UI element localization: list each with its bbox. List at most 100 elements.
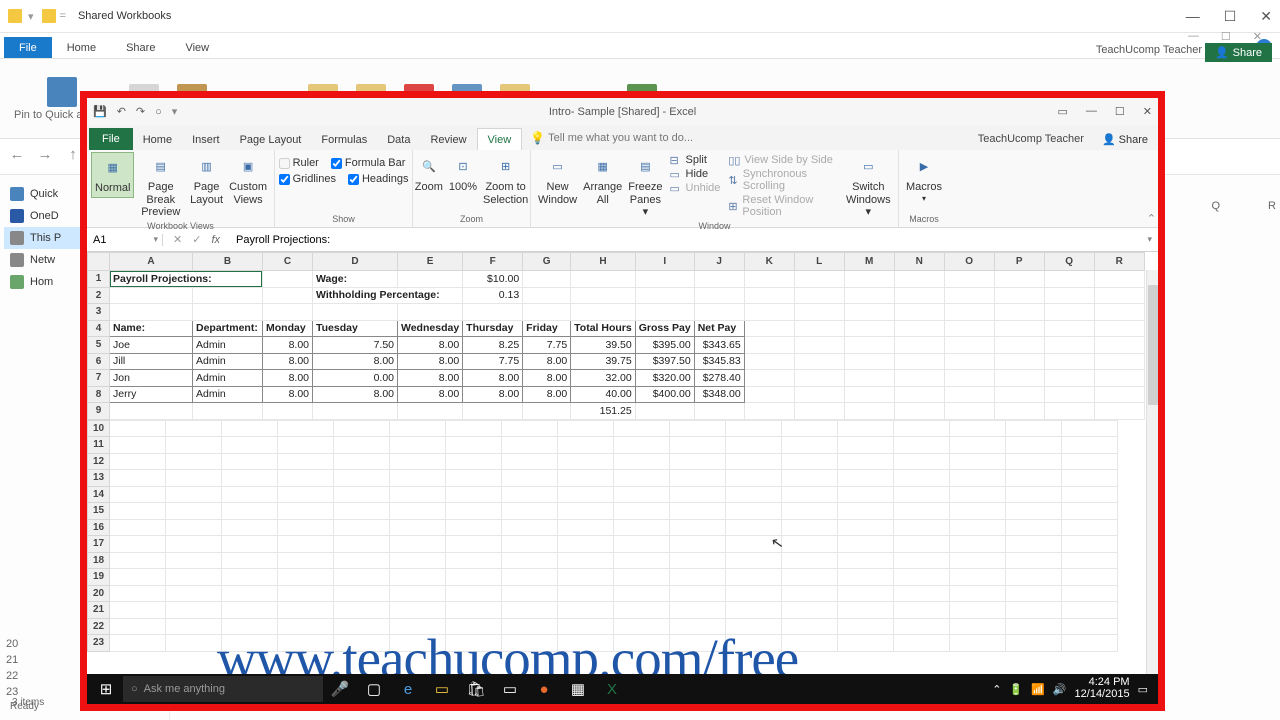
cell[interactable] — [278, 437, 334, 454]
ghost-share[interactable]: 👤Share — [1205, 43, 1272, 62]
cell[interactable] — [558, 503, 614, 520]
cell[interactable] — [502, 486, 558, 503]
cell[interactable] — [390, 569, 446, 586]
cell[interactable] — [670, 503, 726, 520]
cell[interactable] — [994, 304, 1044, 321]
col-header[interactable]: D — [313, 253, 398, 271]
cell[interactable] — [313, 304, 398, 321]
tab-view[interactable]: View — [170, 37, 224, 58]
row-header[interactable]: 17 — [88, 536, 110, 553]
cell[interactable] — [398, 271, 463, 288]
ruler-check[interactable]: Ruler — [277, 156, 321, 170]
cell[interactable] — [782, 453, 838, 470]
cell[interactable]: Jon — [110, 370, 193, 387]
cell[interactable] — [950, 503, 1006, 520]
row-header[interactable]: 2 — [88, 287, 110, 304]
notifications-icon[interactable]: ▭ — [1138, 683, 1148, 696]
cell[interactable] — [950, 470, 1006, 487]
cell[interactable] — [502, 453, 558, 470]
cell[interactable] — [1044, 403, 1094, 420]
cell[interactable] — [614, 503, 670, 520]
split-button[interactable]: ⊟Split — [670, 154, 721, 166]
cell[interactable] — [558, 420, 614, 437]
cell[interactable] — [222, 420, 278, 437]
volume-icon[interactable]: 🔊 — [1053, 683, 1067, 696]
cell[interactable] — [278, 486, 334, 503]
cell[interactable] — [166, 536, 222, 553]
cell[interactable] — [1062, 569, 1118, 586]
cell[interactable] — [502, 519, 558, 536]
cell[interactable] — [334, 569, 390, 586]
cell[interactable] — [614, 486, 670, 503]
cell[interactable]: 0.13 — [463, 287, 523, 304]
freeze-panes[interactable]: ▤Freeze Panes ▾ — [625, 152, 665, 221]
cell[interactable]: 8.00 — [398, 337, 463, 354]
cell[interactable] — [614, 519, 670, 536]
cell[interactable] — [334, 536, 390, 553]
tab-layout[interactable]: Page Layout — [230, 129, 312, 150]
cell[interactable] — [894, 585, 950, 602]
cell[interactable] — [670, 420, 726, 437]
col-header[interactable]: P — [994, 253, 1044, 271]
cell[interactable] — [558, 470, 614, 487]
cell[interactable] — [614, 420, 670, 437]
cell[interactable] — [844, 403, 894, 420]
cell[interactable] — [390, 437, 446, 454]
row-header[interactable]: 11 — [88, 437, 110, 454]
cell[interactable] — [1044, 287, 1094, 304]
cell[interactable]: 8.00 — [263, 386, 313, 403]
cell[interactable]: 8.00 — [398, 370, 463, 387]
cell[interactable] — [1006, 453, 1062, 470]
cell[interactable]: $345.83 — [694, 353, 744, 370]
cell[interactable]: 7.75 — [523, 337, 571, 354]
cell[interactable] — [523, 403, 571, 420]
cell[interactable] — [726, 602, 782, 619]
cell[interactable] — [334, 552, 390, 569]
cell[interactable] — [894, 353, 944, 370]
cell[interactable] — [994, 370, 1044, 387]
cell[interactable] — [193, 287, 263, 304]
cell[interactable]: $10.00 — [463, 271, 523, 288]
cell[interactable] — [166, 503, 222, 520]
cell[interactable] — [994, 403, 1044, 420]
row-header[interactable]: 5 — [88, 337, 110, 354]
cell[interactable] — [950, 618, 1006, 635]
cell[interactable]: Net Pay — [694, 320, 744, 337]
cell[interactable] — [334, 437, 390, 454]
cell[interactable] — [166, 420, 222, 437]
cell[interactable] — [782, 519, 838, 536]
cell[interactable] — [1062, 420, 1118, 437]
cell[interactable] — [558, 486, 614, 503]
cell[interactable] — [726, 503, 782, 520]
cell[interactable] — [950, 569, 1006, 586]
cell[interactable]: Admin — [193, 370, 263, 387]
row-header[interactable]: 12 — [88, 453, 110, 470]
row-header[interactable]: 14 — [88, 486, 110, 503]
cell[interactable] — [838, 486, 894, 503]
col-header[interactable]: R — [1094, 253, 1144, 271]
cell[interactable] — [110, 618, 166, 635]
cell[interactable] — [222, 486, 278, 503]
cell[interactable] — [782, 486, 838, 503]
cell[interactable] — [944, 353, 994, 370]
cell[interactable] — [1062, 618, 1118, 635]
cell[interactable] — [944, 386, 994, 403]
cell[interactable] — [1044, 320, 1094, 337]
pagelayout-view[interactable]: ▥Page Layout — [187, 152, 226, 208]
pagebreak-view[interactable]: ▤Page Break Preview — [134, 152, 187, 221]
row-header[interactable]: 22 — [88, 618, 110, 635]
share-button[interactable]: 👤Share — [1092, 129, 1158, 150]
normal-view[interactable]: ▦Normal — [91, 152, 134, 198]
cell[interactable] — [894, 420, 950, 437]
cell[interactable] — [110, 635, 166, 652]
cell[interactable] — [1006, 536, 1062, 553]
cell[interactable] — [950, 635, 1006, 652]
cell[interactable] — [838, 503, 894, 520]
sync-scroll[interactable]: ⇅Synchronous Scrolling — [728, 168, 838, 192]
cell[interactable] — [1062, 552, 1118, 569]
cell[interactable] — [222, 569, 278, 586]
cell[interactable] — [744, 386, 794, 403]
cell[interactable] — [838, 585, 894, 602]
cell[interactable] — [390, 486, 446, 503]
cell[interactable] — [278, 470, 334, 487]
